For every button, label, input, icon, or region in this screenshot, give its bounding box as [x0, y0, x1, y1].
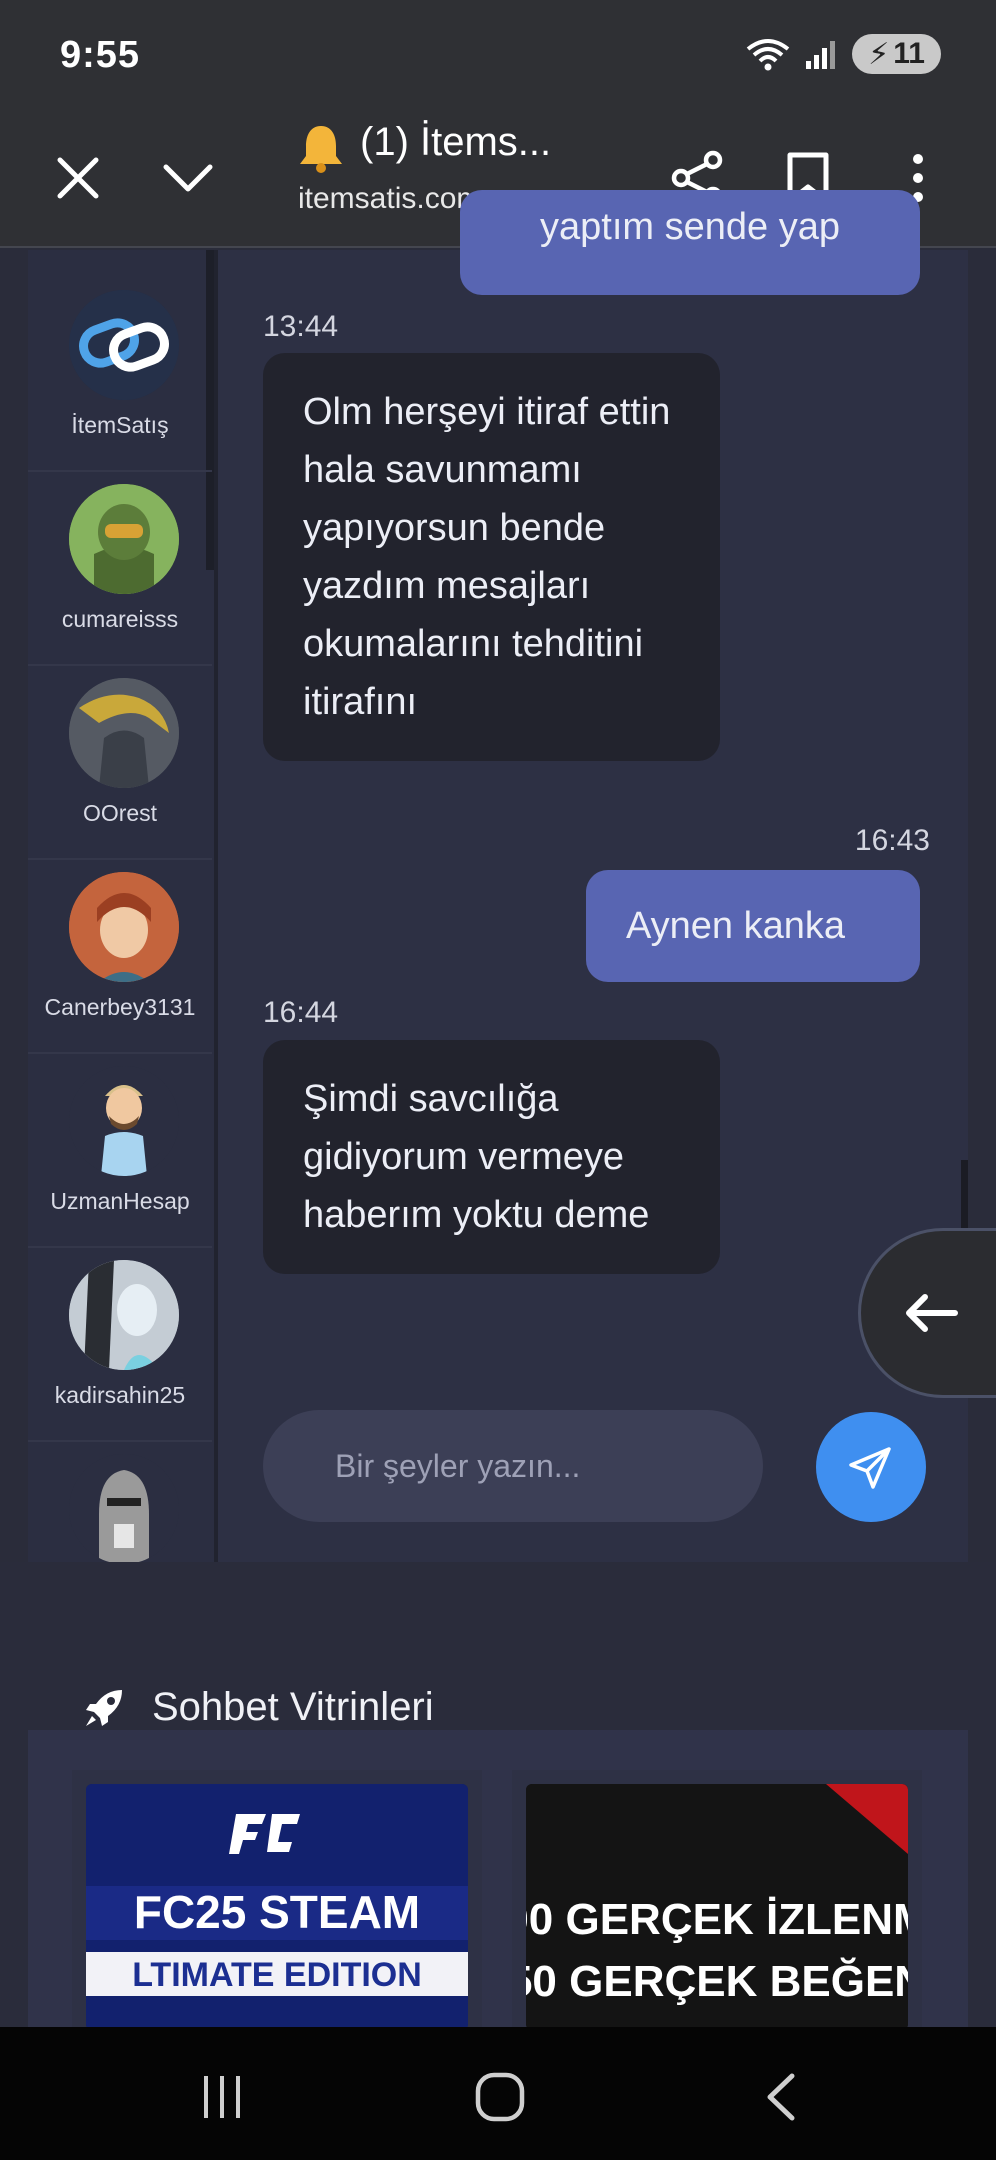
avatar — [69, 484, 179, 594]
status-icons: ⚡ 11 — [746, 34, 941, 74]
avatar — [69, 678, 179, 788]
message-bubble-in: Olm herşeyi itiraf ettin hala savunmamı … — [263, 353, 720, 761]
contact-name: İtemSatış — [71, 412, 169, 438]
avatar — [69, 1260, 179, 1370]
contact-name: Canerbey3131 — [44, 994, 196, 1020]
contact-name: cumareisss — [61, 606, 179, 632]
contact-name: UzmanHesap — [50, 1188, 190, 1214]
page-title: (1) İtems... — [360, 120, 552, 164]
home-icon[interactable] — [460, 2057, 540, 2137]
avatar — [69, 1454, 179, 1562]
phone-screen: 9:55 ⚡ 11 (1) İtems... itemsatis.com İte… — [0, 0, 996, 2160]
page-url[interactable]: itemsatis.com — [298, 182, 481, 216]
contact-name: kadirsahin25 — [54, 1382, 186, 1408]
contact-name: OOrest — [82, 800, 158, 826]
showcase-grid: FC25 STEAM LTIMATE EDITION 00 GERÇEK İZL… — [28, 1730, 968, 2030]
chat-panel: İtemSatış cumareisss OOrest Canerbey3131… — [28, 190, 968, 1562]
tab-label: Sohbet Vitrinleri — [152, 1685, 434, 1729]
message-input-placeholder: Bir şeyler yazın... — [335, 1447, 581, 1484]
contact-item[interactable]: cumareisss — [28, 472, 212, 666]
message-time: 16:43 — [854, 824, 930, 857]
card-thumbnail: 00 GERÇEK İZLENM 50 GERÇEK BEĞEN — [526, 1784, 908, 2030]
message-bubble-out: yaptım sende yap — [460, 190, 920, 295]
card-subtitle: LTIMATE EDITION — [132, 1956, 422, 1994]
charging-icon: ⚡ — [868, 37, 890, 71]
wifi-icon — [746, 39, 790, 71]
contact-item[interactable]: Canerbey3131 — [28, 860, 212, 1054]
card-subtitle: 50 GERÇEK BEĞEN — [526, 1956, 908, 2006]
contact-item[interactable]: kadirsahin25 — [28, 1248, 212, 1442]
message-text: Şimdi savcılığa gidiyorum vermeye haberı… — [303, 1078, 650, 1236]
contact-item[interactable] — [28, 1442, 212, 1562]
showcase-card[interactable]: 00 GERÇEK İZLENM 50 GERÇEK BEĞEN — [512, 1770, 922, 2030]
battery-level: 11 — [893, 37, 925, 70]
card-thumbnail: FC25 STEAM LTIMATE EDITION — [86, 1784, 468, 2030]
avatar — [69, 290, 179, 400]
send-icon — [849, 1447, 891, 1489]
signal-icon — [806, 41, 836, 69]
message-bubble-in: Şimdi savcılığa gidiyorum vermeye haberı… — [263, 1040, 720, 1274]
contact-item[interactable]: UzmanHesap — [28, 1054, 212, 1248]
card-title: FC25 STEAM — [134, 1886, 420, 1938]
close-icon[interactable] — [38, 138, 118, 218]
status-time: 9:55 — [60, 34, 141, 76]
message-input[interactable]: Bir şeyler yazın... — [263, 1410, 763, 1522]
chevron-down-icon[interactable] — [148, 138, 228, 218]
arrow-left-icon — [906, 1294, 958, 1332]
contact-item[interactable]: OOrest — [28, 666, 212, 860]
message-list[interactable]: yaptım sende yap 13:44 Olm herşeyi itira… — [218, 190, 968, 1562]
message-time: 16:44 — [263, 996, 339, 1029]
message-text: Aynen kanka — [626, 905, 846, 947]
system-nav-bar — [0, 2027, 996, 2160]
message-text: yaptım sende yap — [540, 206, 840, 248]
showcase-section: Sohbet Vitrinleri FC25 STEAM LTIMATE EDI… — [0, 1562, 996, 2030]
battery-indicator: ⚡ 11 — [852, 34, 941, 74]
send-button[interactable] — [816, 1412, 926, 1522]
showcase-card[interactable]: FC25 STEAM LTIMATE EDITION — [72, 1770, 482, 2030]
avatar — [69, 1066, 179, 1176]
card-title: 00 GERÇEK İZLENM — [526, 1895, 908, 1944]
message-time: 13:44 — [263, 310, 339, 343]
avatar — [69, 872, 179, 982]
contact-item[interactable]: İtemSatış — [28, 278, 212, 472]
message-bubble-out: Aynen kanka — [586, 870, 920, 982]
status-bar: 9:55 ⚡ 11 — [0, 0, 996, 110]
recent-apps-icon[interactable] — [182, 2057, 262, 2137]
rocket-icon — [86, 1689, 122, 1726]
contacts-sidebar[interactable]: İtemSatış cumareisss OOrest Canerbey3131… — [28, 250, 218, 1562]
back-icon[interactable] — [740, 2057, 820, 2137]
bell-icon — [296, 122, 346, 179]
message-text: Olm herşeyi itiraf ettin hala savunmamı … — [303, 391, 671, 723]
